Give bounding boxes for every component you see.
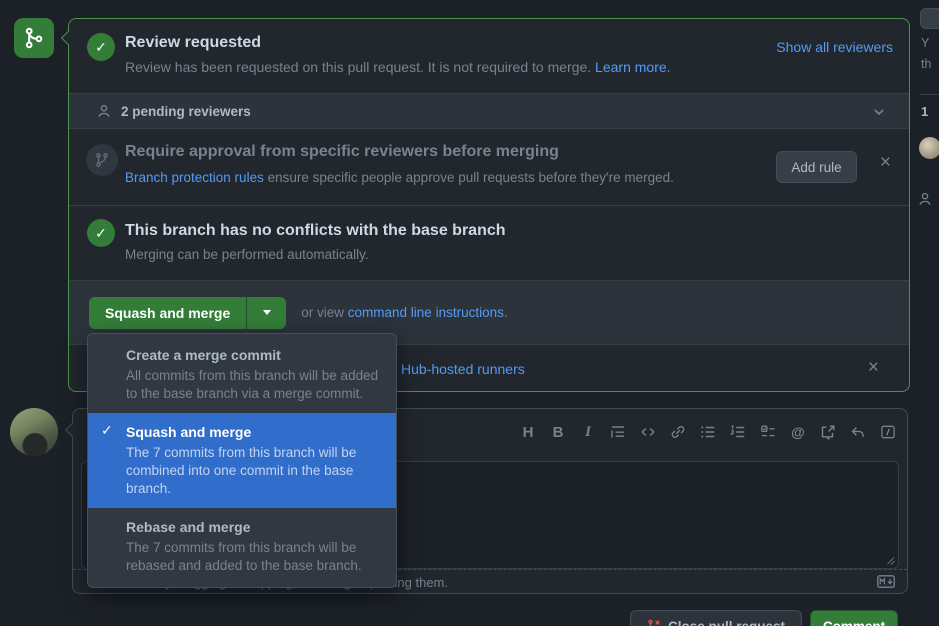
section-review-requested: ✓ Review requested Show all reviewers Re… [69,19,909,93]
protection-desc-text: ensure specific people approve pull requ… [264,170,674,185]
dropdown-item-desc: The 7 commits from this branch will be c… [126,444,382,498]
caret-down-icon [263,310,271,315]
dismiss-banner-icon[interactable]: × [868,358,879,377]
git-branch-icon [94,152,110,168]
review-requested-title: Review requested [125,34,261,52]
code-icon[interactable] [639,417,657,447]
branch-protection-rules-link[interactable]: Branch protection rules [125,170,264,185]
review-requested-desc: Review has been requested on this pull r… [125,59,671,75]
dropdown-item-squash-and-merge[interactable]: ✓ Squash and merge The 7 commits from th… [88,413,396,508]
conflicts-check-icon: ✓ [87,219,115,247]
markdown-supported-icon [877,575,895,588]
section-branch-protection: Require approval from specific reviewers… [69,129,909,205]
slash-command-icon[interactable] [879,417,897,447]
unordered-list-icon[interactable] [699,417,717,447]
link-icon[interactable] [669,417,687,447]
sidebar-count-fragment: 1 [921,104,928,119]
git-merge-timeline-icon [14,18,54,58]
learn-more-link[interactable]: Learn more. [595,59,670,75]
close-pr-label: Close pull request [668,619,785,626]
reply-icon[interactable] [849,417,867,447]
dropdown-item-title: Squash and merge [126,422,382,442]
close-pull-request-button[interactable]: Close pull request [630,610,802,626]
ordered-list-icon[interactable] [729,417,747,447]
dismiss-protection-icon[interactable]: × [880,153,891,172]
tasklist-icon[interactable] [759,417,777,447]
dropdown-item-create-merge-commit[interactable]: Create a merge commit All commits from t… [88,336,396,413]
no-conflicts-desc: Merging can be performed automatically. [125,247,369,262]
person-icon [96,103,112,119]
git-merge-icon [23,27,45,49]
comment-label: Comment [823,619,885,626]
section-no-conflicts: ✓ This branch has no conflicts with the … [69,205,909,280]
show-all-reviewers-link[interactable]: Show all reviewers [776,39,893,55]
merge-options-caret-button[interactable] [246,297,286,329]
protection-title: Require approval from specific reviewers… [125,143,559,161]
italic-icon[interactable]: I [579,417,597,447]
or-view-text: or view command line instructions. [301,305,507,320]
resize-grip[interactable] [885,555,895,565]
user-avatar [10,408,58,456]
review-desc-text: Review has been requested on this pull r… [125,59,595,75]
quote-icon[interactable] [609,417,627,447]
mention-icon[interactable]: @ [789,417,807,447]
sidebar-partial-icon [917,191,933,207]
pending-reviewers-row[interactable]: 2 pending reviewers [69,93,909,129]
sidebar-text-fragment: th [921,57,931,71]
or-view-prefix: or view [301,305,348,320]
hosted-runners-link[interactable]: Hub-hosted runners [401,361,525,377]
review-check-icon: ✓ [87,33,115,61]
dropdown-item-title: Create a merge commit [126,345,382,365]
add-rule-button[interactable]: Add rule [776,151,857,183]
comment-button[interactable]: Comment [810,610,898,626]
pull-request-page: ✓ Review requested Show all reviewers Re… [0,0,939,626]
dropdown-item-rebase-and-merge[interactable]: Rebase and merge The 7 commits from this… [88,508,396,585]
no-conflicts-title: This branch has no conflicts with the ba… [125,222,506,240]
pending-reviewers-label: 2 pending reviewers [121,104,251,119]
merge-options-dropdown: Create a merge commit All commits from t… [87,333,397,588]
dropdown-item-desc: The 7 commits from this branch will be r… [126,539,382,575]
dropdown-item-title: Rebase and merge [126,517,382,537]
markdown-toolbar: H B I @ [519,417,897,447]
sidebar-avatar[interactable] [919,137,939,159]
protection-desc: Branch protection rules ensure specific … [125,170,674,185]
dropdown-item-desc: All commits from this branch will be add… [126,367,382,403]
pr-closed-icon [647,619,661,626]
git-branch-circle-icon [86,144,118,176]
bold-icon[interactable]: B [549,417,567,447]
command-line-instructions-link[interactable]: command line instructions [348,305,504,320]
comment-box-notch [65,423,79,437]
sidebar-text-fragment: Y [921,36,929,50]
check-icon: ✓ [101,422,113,439]
sidebar-button-fragment[interactable] [920,8,939,29]
sidebar-divider [920,94,939,95]
or-view-period: . [504,305,508,320]
heading-icon[interactable]: H [519,417,537,447]
chevron-down-icon[interactable] [871,104,887,120]
squash-and-merge-button[interactable]: Squash and merge [89,297,246,329]
cross-reference-icon[interactable] [819,417,837,447]
squash-merge-button-group: Squash and merge [89,297,286,329]
